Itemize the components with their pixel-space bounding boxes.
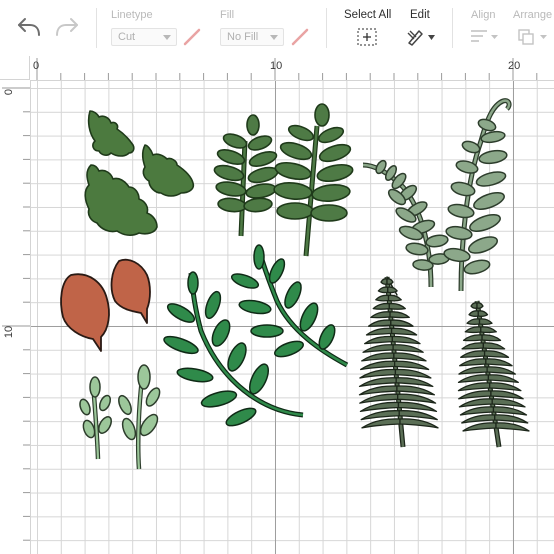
toolbar-divider xyxy=(96,8,97,48)
dark-green-leaf[interactable] xyxy=(141,144,195,197)
toolbar-divider xyxy=(452,8,453,48)
ruler-corner xyxy=(0,56,30,80)
redo-button[interactable] xyxy=(52,12,82,42)
ruler-top-label-0: 0 xyxy=(33,60,40,72)
align-icon xyxy=(471,30,498,42)
ruler-top-ticks xyxy=(36,58,538,80)
undo-arrow-icon xyxy=(18,18,40,36)
fill-color-icon[interactable] xyxy=(289,26,311,48)
green-stem-leaf[interactable] xyxy=(213,114,279,237)
linetype-color-icon[interactable] xyxy=(181,26,203,48)
align-button[interactable] xyxy=(467,26,501,48)
light-green-sprig[interactable] xyxy=(116,364,162,470)
fill-value: No Fill xyxy=(227,31,259,43)
rust-leaf[interactable] xyxy=(60,273,110,352)
light-green-sprig[interactable] xyxy=(78,376,114,460)
toolbar-divider xyxy=(326,8,327,48)
ruler-left: 0 10 xyxy=(0,80,31,554)
edit-button[interactable] xyxy=(404,26,438,48)
arrange-icon xyxy=(518,29,547,45)
ruler-top-label-20: 20 xyxy=(508,60,521,72)
green-stem-leaf[interactable] xyxy=(273,103,354,257)
linetype-label: Linetype xyxy=(111,9,153,21)
align-label: Align xyxy=(471,9,496,21)
undo-button[interactable] xyxy=(14,12,44,42)
dark-fern-pinnae xyxy=(457,302,530,432)
dark-green-leaf[interactable] xyxy=(87,110,135,157)
select-all-button[interactable] xyxy=(355,26,379,48)
fill-label: Fill xyxy=(220,9,235,21)
ruler-left-label-0: 0 xyxy=(3,88,16,96)
select-all-label: Select All xyxy=(344,9,392,21)
select-all-icon xyxy=(357,28,377,46)
cutting-mat-canvas[interactable] xyxy=(31,81,554,554)
design-artwork xyxy=(60,98,530,470)
chevron-down-icon xyxy=(163,35,171,40)
linetype-select[interactable]: Cut xyxy=(111,28,177,46)
linetype-value: Cut xyxy=(118,31,136,43)
chevron-down-icon xyxy=(270,35,278,40)
rust-leaf[interactable] xyxy=(110,258,151,324)
ruler-left-label-10: 10 xyxy=(3,325,16,339)
edit-label: Edit xyxy=(410,9,430,21)
grey-green-fern-frond[interactable] xyxy=(362,159,450,288)
bright-green-sprig[interactable] xyxy=(230,244,349,368)
fill-select[interactable]: No Fill xyxy=(220,28,284,46)
edit-pencil-icon xyxy=(407,30,435,46)
ruler-left-ticks xyxy=(2,87,30,541)
ruler-top: 0 10 20 xyxy=(30,56,554,81)
dark-fern-pinnae xyxy=(358,278,439,429)
arrange-label: Arrange xyxy=(513,9,553,21)
redo-arrow-icon xyxy=(56,18,78,36)
grey-green-fern-frond[interactable] xyxy=(443,98,512,292)
arrange-button[interactable] xyxy=(516,26,552,48)
toolbar: Linetype Cut Fill No Fill Select All Edi… xyxy=(0,0,554,57)
ruler-top-label-10: 10 xyxy=(270,60,283,72)
